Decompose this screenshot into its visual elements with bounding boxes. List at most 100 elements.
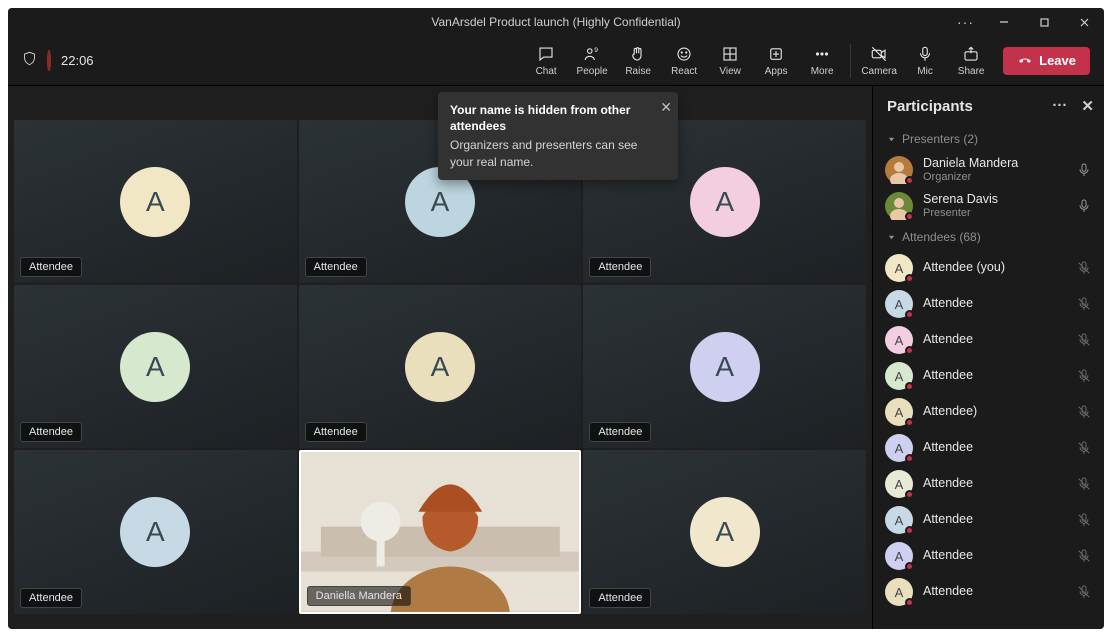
view-button[interactable]: View <box>708 38 752 84</box>
status-dot-icon <box>905 562 914 571</box>
status-dot-icon <box>905 176 914 185</box>
mic-muted-icon <box>1076 296 1092 312</box>
chat-button[interactable]: Chat <box>524 38 568 84</box>
video-tile[interactable]: Daniella Mandera <box>299 450 582 613</box>
tile-name-chip: Attendee <box>589 588 651 608</box>
status-dot-icon <box>905 212 914 221</box>
video-tile[interactable]: AAttendee <box>14 285 297 448</box>
avatar-icon: A <box>690 167 760 237</box>
avatar-icon: A <box>405 332 475 402</box>
participant-row[interactable]: Daniela ManderaOrganizer <box>873 152 1104 188</box>
mic-button[interactable]: Mic <box>903 38 947 84</box>
tile-name-chip: Attendee <box>20 257 82 277</box>
share-label: Share <box>958 66 985 77</box>
avatar-icon: A <box>120 167 190 237</box>
apps-button[interactable]: Apps <box>754 38 798 84</box>
react-label: React <box>671 66 697 77</box>
attendee-avatar-icon: A <box>885 326 913 354</box>
participant-row[interactable]: A Attendee <box>873 322 1104 358</box>
mic-muted-icon <box>1076 548 1092 564</box>
window-close-button[interactable] <box>1064 8 1104 36</box>
window-minimize-button[interactable] <box>984 8 1024 36</box>
attendee-avatar-icon: A <box>885 506 913 534</box>
people-button[interactable]: 9 People <box>570 38 614 84</box>
mic-muted-icon <box>1076 584 1092 600</box>
status-dot-icon <box>905 346 914 355</box>
camera-button[interactable]: Camera <box>857 38 901 84</box>
hidden-name-tooltip: Your name is hidden from other attendees… <box>438 92 678 180</box>
svg-text:9: 9 <box>594 46 598 53</box>
leave-button[interactable]: Leave <box>1003 47 1090 75</box>
mic-on-icon <box>1076 198 1092 214</box>
mic-muted-icon <box>1076 512 1092 528</box>
attendee-avatar-icon: A <box>885 578 913 606</box>
participant-name: Attendee) <box>923 405 1066 419</box>
leave-label: Leave <box>1039 53 1076 68</box>
titlebar-more-icon[interactable]: ··· <box>957 14 974 30</box>
window-maximize-button[interactable] <box>1024 8 1064 36</box>
tile-name-chip: Daniella Mandera <box>307 586 411 606</box>
video-stage: Your name is hidden from other attendees… <box>8 86 872 629</box>
video-tile[interactable]: AAttendee <box>14 450 297 613</box>
mic-muted-icon <box>1076 440 1092 456</box>
tooltip-body: Organizers and presenters can see your r… <box>450 137 650 169</box>
participants-section-header[interactable]: Presenters (2) <box>873 126 1104 152</box>
participant-name: Attendee <box>923 297 1066 311</box>
status-dot-icon <box>905 310 914 319</box>
app-window: VanArsdel Product launch (Highly Confide… <box>8 8 1104 629</box>
presenter-avatar <box>885 156 913 184</box>
participant-name: Attendee <box>923 477 1066 491</box>
more-button[interactable]: More <box>800 38 844 84</box>
participant-row[interactable]: A Attendee (you) <box>873 250 1104 286</box>
panel-more-icon[interactable]: ··· <box>1052 97 1067 115</box>
mic-muted-icon <box>1076 404 1092 420</box>
participant-name: Daniela Mandera <box>923 157 1066 171</box>
participant-row[interactable]: Serena DavisPresenter <box>873 188 1104 224</box>
privacy-shield-icon[interactable] <box>22 51 37 71</box>
react-button[interactable]: React <box>662 38 706 84</box>
video-tile[interactable]: AAttendee <box>583 285 866 448</box>
participants-section-header[interactable]: Attendees (68) <box>873 224 1104 250</box>
participant-name: Attendee <box>923 549 1066 563</box>
raise-hand-button[interactable]: Raise <box>616 38 660 84</box>
attendee-avatar-icon: A <box>885 470 913 498</box>
attendee-avatar-icon: A <box>885 434 913 462</box>
video-tile[interactable]: A Attendee <box>14 120 297 283</box>
raise-label: Raise <box>625 66 651 77</box>
status-dot-icon <box>905 382 914 391</box>
attendee-avatar-icon: A <box>885 542 913 570</box>
participant-name: Attendee (you) <box>923 261 1066 275</box>
status-dot-icon <box>905 598 914 607</box>
participant-row[interactable]: AAttendee <box>873 286 1104 322</box>
participant-row[interactable]: AAttendee) <box>873 394 1104 430</box>
attendee-avatar-icon: A <box>885 362 913 390</box>
status-dot-icon <box>905 490 914 499</box>
participant-row[interactable]: A Attendee <box>873 466 1104 502</box>
participant-row[interactable]: AAttendee <box>873 358 1104 394</box>
more-label: More <box>811 66 834 77</box>
tile-name-chip: Attendee <box>589 422 651 442</box>
recording-icon <box>47 52 51 70</box>
participant-row[interactable]: AAttendee <box>873 502 1104 538</box>
meeting-timer: 22:06 <box>61 53 94 68</box>
video-tile[interactable]: AAttendee <box>299 285 582 448</box>
video-tile[interactable]: AAttendee <box>583 450 866 613</box>
participant-name: Serena Davis <box>923 193 1066 207</box>
status-dot-icon <box>905 526 914 535</box>
window-title: VanArsdel Product launch (Highly Confide… <box>431 15 680 29</box>
participant-name: Attendee <box>923 441 1066 455</box>
chat-label: Chat <box>536 66 557 77</box>
share-button[interactable]: Share <box>949 38 993 84</box>
participant-role: Organizer <box>923 171 1066 183</box>
participant-row[interactable]: AAttendee <box>873 574 1104 610</box>
avatar-icon: A <box>120 332 190 402</box>
participant-row[interactable]: A Attendee <box>873 538 1104 574</box>
attendee-avatar-icon: A <box>885 254 913 282</box>
panel-close-button[interactable]: ✕ <box>1081 97 1094 115</box>
participant-row[interactable]: A Attendee <box>873 430 1104 466</box>
participant-name: Attendee <box>923 333 1066 347</box>
mic-muted-icon <box>1076 368 1092 384</box>
mic-muted-icon <box>1076 476 1092 492</box>
tooltip-close-button[interactable]: ✕ <box>660 98 672 117</box>
mic-on-icon <box>1076 162 1092 178</box>
